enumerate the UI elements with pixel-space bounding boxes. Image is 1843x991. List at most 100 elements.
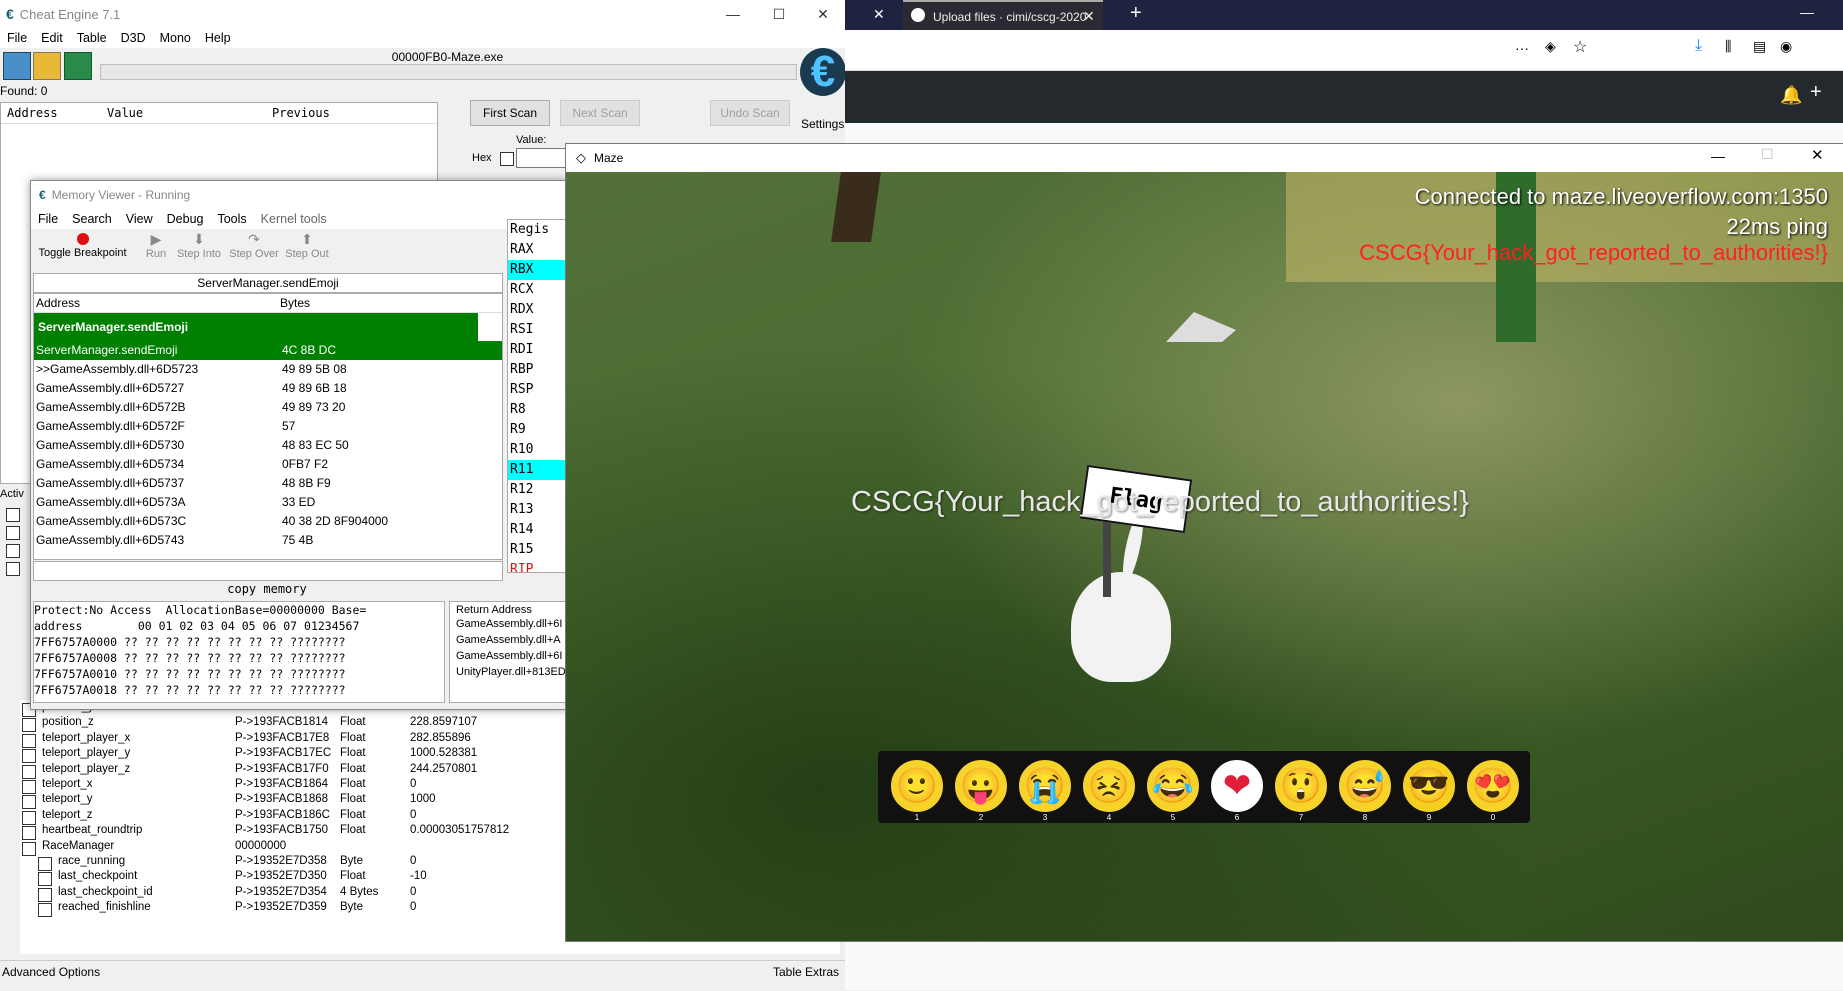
pocket-icon[interactable]: ◈ [1545, 38, 1556, 55]
maximize-button[interactable]: ☐ [756, 0, 802, 28]
emoji-button-5[interactable]: 😂 5 [1144, 757, 1202, 822]
mv-menu-debug[interactable]: Debug [160, 212, 211, 226]
row-checkbox[interactable] [6, 544, 20, 558]
mv-menu-kernel-tools[interactable]: Kernel tools [254, 212, 334, 226]
toggle-breakpoint-button[interactable]: Toggle Breakpoint [35, 231, 130, 259]
register-r12[interactable]: R12 [508, 480, 568, 500]
hex-line[interactable]: 7FF6757A0018 ?? ?? ?? ?? ?? ?? ?? ?? ???… [34, 682, 444, 698]
next-scan-button[interactable]: Next Scan [560, 100, 640, 126]
register-r11[interactable]: R11 [508, 460, 568, 480]
notifications-bell-icon[interactable]: 🔔 [1780, 85, 1802, 106]
emoji-button-4[interactable]: 😣 4 [1080, 757, 1138, 822]
ce-settings-logo-icon[interactable]: € [800, 48, 846, 96]
menu-d3d[interactable]: D3D [114, 31, 153, 45]
page-actions-icon[interactable]: ··· [1515, 40, 1529, 56]
disasm-row[interactable]: GameAssembly.dll+6D5730 48 83 EC 50 [34, 436, 502, 455]
disasm-row[interactable]: GameAssembly.dll+6D5743 75 4B [34, 531, 502, 550]
disassembler-view[interactable]: Address Bytes ServerManager.sendEmoji Se… [33, 293, 503, 560]
return-address-item[interactable]: GameAssembly.dll+6I [456, 618, 570, 634]
row-checkbox[interactable] [6, 562, 20, 576]
mv-menu-view[interactable]: View [119, 212, 160, 226]
maximize-button[interactable]: ☐ [1761, 146, 1774, 163]
col-value[interactable]: Value [107, 103, 272, 123]
advanced-options[interactable]: Advanced Options [2, 965, 100, 979]
register-rdi[interactable]: RDI [508, 340, 568, 360]
library-icon[interactable]: ⫼ [1725, 38, 1731, 55]
mv-menu-file[interactable]: File [31, 212, 65, 226]
disasm-row[interactable]: GameAssembly.dll+6D572F 57 [34, 417, 502, 436]
disasm-row[interactable]: ServerManager.sendEmoji 4C 8B DC [34, 341, 502, 360]
register-r9[interactable]: R9 [508, 420, 568, 440]
register-rsp[interactable]: RSP [508, 380, 568, 400]
register-rax[interactable]: RAX [508, 240, 568, 260]
col-previous[interactable]: Previous [272, 103, 330, 123]
open-process-icon[interactable] [3, 52, 31, 80]
emoji-button-1[interactable]: 🙂 1 [888, 757, 946, 822]
tab-upload-files[interactable]: Upload files · cimi/cscg-2020 ✕ [903, 0, 1103, 32]
activate-checkbox[interactable] [38, 903, 52, 918]
step-into-button[interactable]: ⬇ Step Into [174, 231, 224, 260]
register-rbx[interactable]: RBX [508, 260, 568, 280]
mv-menu-tools[interactable]: Tools [210, 212, 253, 226]
tab-close-icon[interactable]: ✕ [1083, 8, 1095, 25]
account-icon[interactable]: ◉ [1780, 38, 1792, 55]
sidebar-icon[interactable]: ▤ [1753, 38, 1766, 55]
disasm-col-bytes[interactable]: Bytes [280, 294, 310, 312]
minimize-button[interactable]: — [710, 0, 756, 28]
minimize-button[interactable]: — [1800, 4, 1814, 20]
downloads-icon[interactable]: ⤓ [1695, 37, 1702, 55]
return-address-item[interactable]: UnityPlayer.dll+813ED [456, 666, 570, 682]
disasm-row[interactable]: GameAssembly.dll+6D5727 49 89 6B 18 [34, 379, 502, 398]
step-over-button[interactable]: ↷ Step Over [227, 231, 281, 260]
undo-scan-button[interactable]: Undo Scan [710, 100, 790, 126]
disasm-row[interactable]: GameAssembly.dll+6D572B 49 89 73 20 [34, 398, 502, 417]
col-address[interactable]: Address [1, 103, 107, 123]
minimize-button[interactable]: — [1711, 148, 1725, 164]
open-file-icon[interactable] [33, 52, 61, 80]
emoji-button-8[interactable]: 😅 8 [1336, 757, 1394, 822]
table-extras[interactable]: Table Extras [773, 965, 839, 979]
row-checkbox[interactable] [6, 526, 20, 540]
new-tab-button[interactable]: + [1130, 2, 1142, 25]
hex-line[interactable]: 7FF6757A0008 ?? ?? ?? ?? ?? ?? ?? ?? ???… [34, 650, 444, 666]
emoji-button-2[interactable]: 😛 2 [952, 757, 1010, 822]
register-r13[interactable]: R13 [508, 500, 568, 520]
register-r10[interactable]: R10 [508, 440, 568, 460]
register-r8[interactable]: R8 [508, 400, 568, 420]
disasm-row[interactable]: GameAssembly.dll+6D5737 48 8B F9 [34, 474, 502, 493]
settings-label[interactable]: Settings [801, 117, 844, 131]
row-checkbox[interactable] [6, 508, 20, 522]
register-r14[interactable]: R14 [508, 520, 568, 540]
emoji-button-9[interactable]: 😎 9 [1400, 757, 1458, 822]
emoji-button-7[interactable]: 😲 7 [1272, 757, 1330, 822]
register-rdx[interactable]: RDX [508, 300, 568, 320]
register-rip[interactable]: RIP [508, 560, 568, 572]
game-scene[interactable]: Flag Connected to maze.liveoverflow.com:… [566, 172, 1843, 941]
register-rbp[interactable]: RBP [508, 360, 568, 380]
menu-file[interactable]: File [0, 31, 34, 45]
close-button[interactable]: ✕ [800, 0, 846, 28]
hex-checkbox[interactable] [500, 152, 514, 166]
create-new-button[interactable]: + [1810, 81, 1822, 104]
bookmark-star-icon[interactable]: ☆ [1573, 37, 1587, 57]
tab-close-icon[interactable]: ✕ [873, 6, 885, 23]
hex-line[interactable]: 7FF6757A0010 ?? ?? ?? ?? ?? ?? ?? ?? ???… [34, 666, 444, 682]
disasm-row[interactable]: >>GameAssembly.dll+6D5723 49 89 5B 08 [34, 360, 502, 379]
step-out-button[interactable]: ⬆ Step Out [283, 231, 331, 260]
disasm-col-address[interactable]: Address [34, 294, 280, 312]
register-rcx[interactable]: RCX [508, 280, 568, 300]
mv-menu-search[interactable]: Search [65, 212, 119, 226]
disasm-row[interactable]: GameAssembly.dll+6D573C 40 38 2D 8F904000 [34, 512, 502, 531]
first-scan-button[interactable]: First Scan [470, 100, 550, 126]
return-address-item[interactable]: GameAssembly.dll+6I [456, 650, 570, 666]
disasm-hscrollbar[interactable] [33, 561, 503, 581]
copy-memory-label[interactable]: copy memory [33, 581, 501, 597]
hex-line[interactable]: 7FF6757A0000 ?? ?? ?? ?? ?? ?? ?? ?? ???… [34, 634, 444, 650]
emoji-button-3[interactable]: 😭 3 [1016, 757, 1074, 822]
menu-help[interactable]: Help [198, 31, 238, 45]
menu-table[interactable]: Table [70, 31, 114, 45]
save-icon[interactable] [64, 52, 92, 80]
disasm-row[interactable]: GameAssembly.dll+6D5734 0FB7 F2 [34, 455, 502, 474]
hex-view[interactable]: Protect:No Access AllocationBase=0000000… [33, 601, 445, 703]
emoji-button-6[interactable]: ❤ 6 [1208, 757, 1266, 822]
